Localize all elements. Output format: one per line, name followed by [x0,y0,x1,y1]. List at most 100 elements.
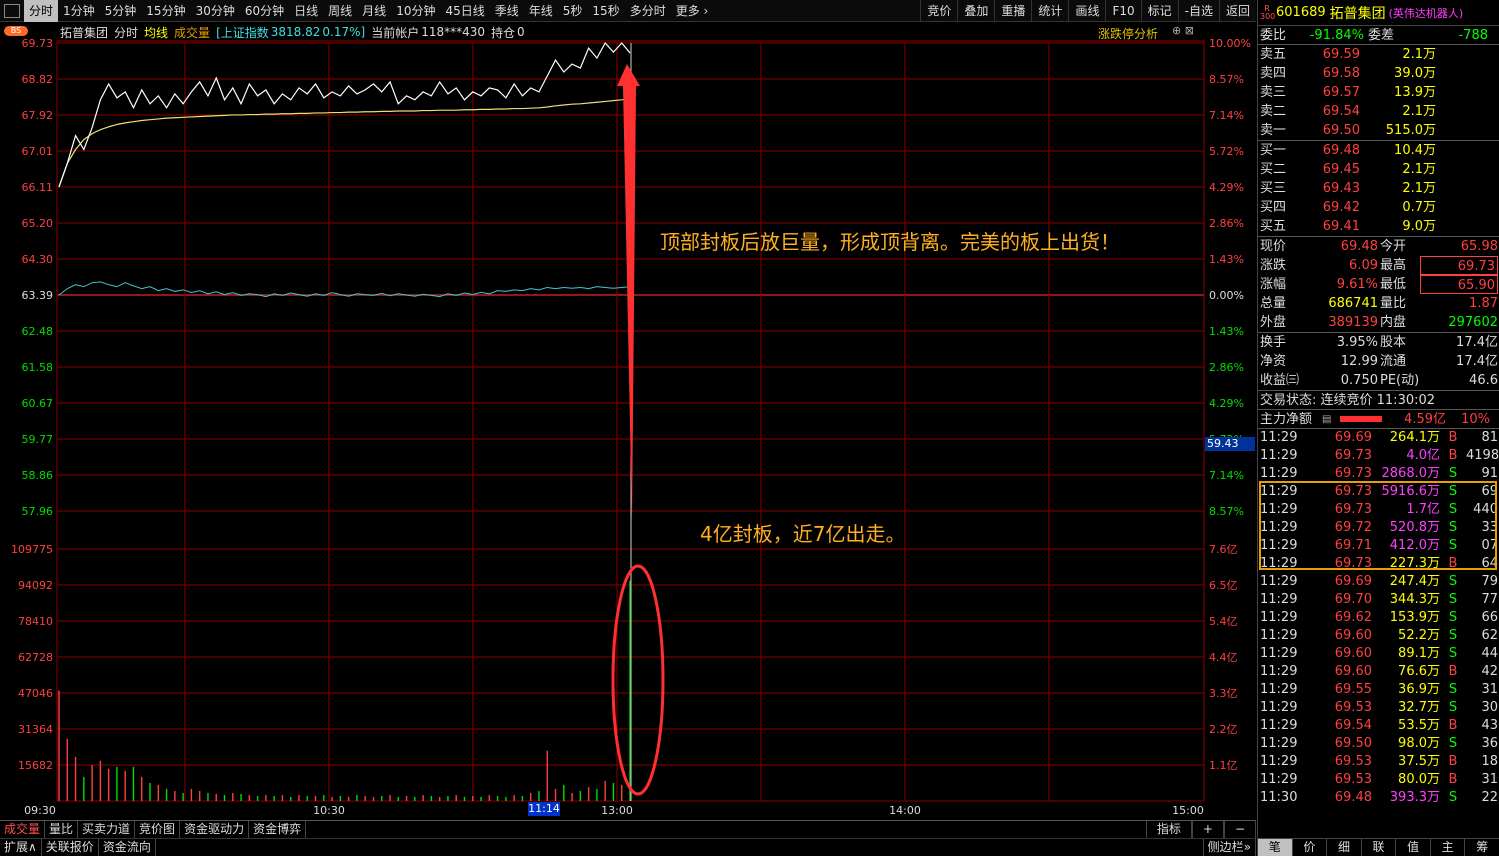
period-tab[interactable]: 10分钟 [391,0,440,22]
period-tab[interactable]: 日线 [289,0,323,22]
sells-level-label: 卖二 [1260,104,1287,119]
right-tab[interactable]: 值 [1396,839,1431,856]
concept-tag[interactable]: (英伟达机器人) [1389,5,1464,21]
sells-level-row[interactable]: 卖三 69.57 13.9万 [1258,83,1499,102]
indicator-tab[interactable]: 资金博弈 [249,821,307,838]
status-link[interactable]: 资金流向 [99,839,156,856]
menu-icon[interactable] [4,3,20,18]
period-tab[interactable]: 15分钟 [141,0,190,22]
tick-list[interactable]: 11:29 69.69 264.1万 B 81 11:29 69.73 4.0亿 B 4198 11… [1258,429,1499,807]
tick-volume: 80.0万 [1398,772,1440,787]
stat-value: 69.73 [1420,256,1498,275]
period-tab[interactable]: 多分时 [625,0,671,22]
sells-level-row[interactable]: 卖五 69.59 2.1万 [1258,45,1499,64]
list-icon[interactable]: ▤ [1322,410,1334,428]
tool-button[interactable]: 画线 [1068,0,1105,22]
tick-row[interactable]: 11:29 69.53 32.7万 S 30 [1258,699,1499,717]
buys-level-row[interactable]: 买一 69.48 10.4万 [1258,141,1499,160]
period-tab[interactable]: 分时 [24,0,59,22]
tick-row[interactable]: 11:29 69.53 37.5万 B 18 [1258,753,1499,771]
price-tick-label: 66.11 [22,181,54,194]
buys-level-row[interactable]: 买五 69.41 9.0万 [1258,217,1499,236]
right-tab[interactable]: 细 [1327,839,1362,856]
period-tab[interactable]: 月线 [357,0,391,22]
tick-row[interactable]: 11:29 69.69 247.4万 S 79 [1258,573,1499,591]
right-tab[interactable]: 价 [1293,839,1328,856]
period-tab[interactable]: 周线 [323,0,357,22]
tool-button[interactable]: 标记 [1140,0,1178,22]
tick-row[interactable]: 11:29 69.73 2868.0万 S 91 [1258,465,1499,483]
indicator-control[interactable]: − [1223,821,1256,838]
tick-time: 11:29 [1260,772,1298,787]
period-tab[interactable]: 60分钟 [240,0,289,22]
index-name[interactable]: [上证指数 [216,24,269,41]
buys-level-price: 69.45 [1322,162,1360,177]
tool-button[interactable]: F10 [1105,0,1140,22]
tick-row[interactable]: 11:29 69.69 264.1万 B 81 [1258,429,1499,447]
tick-row[interactable]: 11:29 69.73 5916.6万 S 69 [1258,483,1499,501]
tick-row[interactable]: 11:29 69.60 76.6万 B 42 [1258,663,1499,681]
status-link[interactable]: 扩展∧ [0,839,42,856]
tool-button[interactable]: -自选 [1177,0,1219,22]
buys-level-row[interactable]: 买三 69.43 2.1万 [1258,179,1499,198]
sells-level-row[interactable]: 卖一 69.50 515.0万 [1258,121,1499,140]
sells-level-row[interactable]: 卖二 69.54 2.1万 [1258,102,1499,121]
tool-button[interactable]: 重播 [994,0,1031,22]
period-tab[interactable]: 15秒 [587,0,624,22]
indicator-control[interactable]: 指标 [1145,821,1192,838]
tick-row[interactable]: 11:29 69.60 89.1万 S 44 [1258,645,1499,663]
tool-button[interactable]: 返回 [1218,0,1256,22]
limit-analysis-button[interactable]: 涨跌停分析 [1098,25,1158,42]
period-tab[interactable]: 5秒 [558,0,588,22]
period-tab[interactable]: 季线 [490,0,524,22]
tool-button[interactable]: 叠加 [957,0,994,22]
buys-level-row[interactable]: 买四 69.42 0.7万 [1258,198,1499,217]
fund-value: 46.6 [1469,373,1498,388]
tick-row[interactable]: 11:29 69.60 52.2万 S 62 [1258,627,1499,645]
tick-row[interactable]: 11:29 69.71 412.0万 S 07 [1258,537,1499,555]
status-link[interactable]: 关联报价 [42,839,99,856]
pct-tick-label: 10.00% [1209,37,1251,50]
indicator-tab[interactable]: 资金驱动力 [180,821,250,838]
time-tick-label: 14:00 [889,804,921,817]
right-tab[interactable]: 联 [1362,839,1397,856]
tick-row[interactable]: 11:29 69.70 344.3万 S 77 [1258,591,1499,609]
fund-row: 净资 12.99 流通 17.4亿 [1258,352,1499,371]
stat-label: 今开 [1380,239,1407,254]
right-tab[interactable]: 主 [1431,839,1466,856]
indicator-tab[interactable]: 成交量 [0,821,46,838]
buys-level-row[interactable]: 买二 69.45 2.1万 [1258,160,1499,179]
stat-row: 现价 69.48 今开 65.98 [1258,237,1499,256]
tool-button[interactable]: 竞价 [920,0,957,22]
tick-count: 4198 [1466,448,1499,463]
tick-row[interactable]: 11:29 69.53 80.0万 B 31 [1258,771,1499,789]
right-tab[interactable]: 筹 [1465,839,1499,856]
sidebar-toggle[interactable]: 侧边栏» [1202,839,1256,856]
period-tab[interactable]: 5分钟 [100,0,142,22]
tick-row[interactable]: 11:29 69.54 53.5万 B 43 [1258,717,1499,735]
tick-row[interactable]: 11:30 69.48 393.3万 S 22 [1258,789,1499,807]
period-tab[interactable]: 更多 › [671,0,714,22]
tick-row[interactable]: 11:29 69.62 153.9万 S 66 [1258,609,1499,627]
indicator-tab[interactable]: 量比 [45,821,79,838]
indicator-control[interactable]: + [1191,821,1224,838]
indicator-tab[interactable]: 买卖力道 [78,821,136,838]
tick-row[interactable]: 11:29 69.73 4.0亿 B 4198 [1258,447,1499,465]
sells-level-row[interactable]: 卖四 69.58 39.0万 [1258,64,1499,83]
tick-row[interactable]: 11:29 69.73 227.3万 B 64 [1258,555,1499,573]
right-tab[interactable]: 笔 [1258,839,1293,856]
period-tab[interactable]: 年线 [524,0,558,22]
tick-row[interactable]: 11:29 69.72 520.8万 S 33 [1258,519,1499,537]
tick-price: 69.73 [1334,466,1372,481]
tick-row[interactable]: 11:29 69.73 1.7亿 S 440 [1258,501,1499,519]
period-tab[interactable]: 30分钟 [191,0,240,22]
period-tab[interactable]: 1分钟 [58,0,100,22]
tool-button[interactable]: 统计 [1031,0,1068,22]
indicator-tab[interactable]: 竞价图 [135,821,181,838]
tick-row[interactable]: 11:29 69.55 36.9万 S 31 [1258,681,1499,699]
period-tab[interactable]: 45日线 [440,0,489,22]
tick-row[interactable]: 11:29 69.50 98.0万 S 36 [1258,735,1499,753]
tick-time: 11:29 [1260,664,1298,679]
chart-control-icons[interactable]: ⊕ ⊠ [1172,24,1194,37]
tick-time: 11:29 [1260,574,1298,589]
